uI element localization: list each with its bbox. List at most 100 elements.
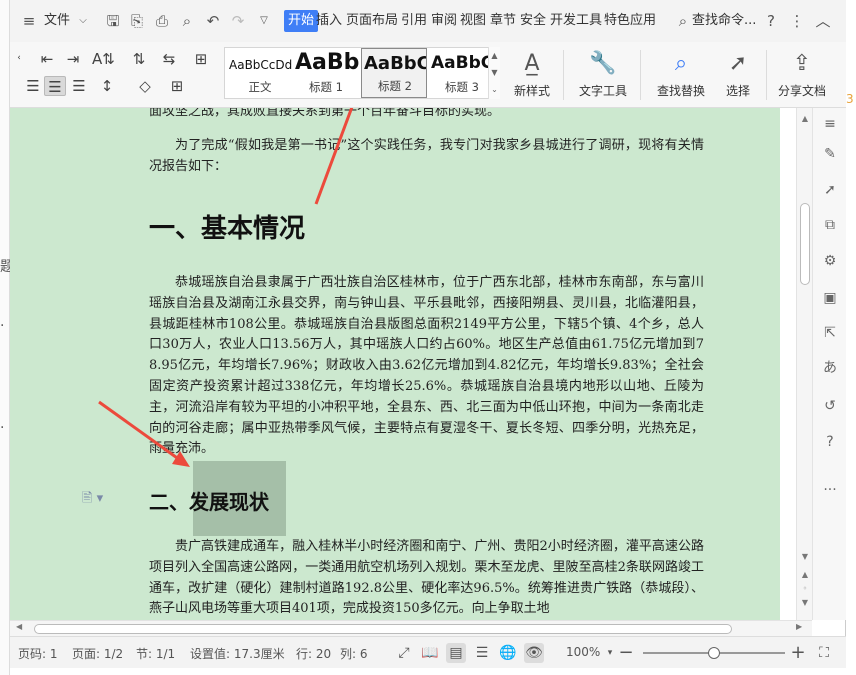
save-icon[interactable]: 🖫: [104, 12, 122, 30]
help-circle-icon[interactable]: ?: [820, 432, 840, 452]
style-heading-1[interactable]: AaBb 标题 1: [293, 48, 359, 98]
increase-indent-icon[interactable]: ⇥: [62, 49, 84, 69]
browse-object-icon[interactable]: ◦: [797, 584, 813, 593]
ribbon-scroll-left-icon[interactable]: ‹: [12, 48, 26, 68]
quick-access-more-icon[interactable]: ▽: [255, 12, 273, 30]
help-icon[interactable]: ?: [762, 12, 780, 30]
line-spacing-icon[interactable]: ↕: [96, 76, 118, 96]
zoom-slider-knob[interactable]: [708, 647, 720, 659]
status-page[interactable]: 页面: 1/2: [72, 645, 123, 662]
shading-icon[interactable]: ◇: [134, 76, 156, 96]
status-bar: 页码: 1 页面: 1/2 节: 1/1 设置值: 17.3厘米 行: 20 列…: [10, 636, 846, 668]
chevron-down-icon[interactable]: ⌵: [74, 12, 92, 30]
status-column[interactable]: 列: 6: [340, 645, 368, 662]
justify-icon[interactable]: ☰: [44, 76, 66, 96]
tab-start[interactable]: 开始: [284, 10, 319, 32]
undo-icon[interactable]: ↶: [204, 12, 222, 30]
select-button[interactable]: ➚ 选择: [716, 48, 760, 102]
status-page-code[interactable]: 页码: 1: [18, 645, 58, 662]
style-gallery-scroll[interactable]: ▲ ▼ ⌄: [488, 47, 500, 99]
more-options-icon[interactable]: ⋮: [788, 12, 806, 30]
adjust-icon[interactable]: ⚙: [820, 251, 840, 271]
decrease-indent-icon[interactable]: ⇤: [36, 49, 58, 69]
ribbon-separator: [563, 50, 564, 100]
tab-review[interactable]: 审阅: [431, 10, 457, 32]
status-setting[interactable]: 设置值: 17.3厘米: [190, 645, 285, 662]
fullscreen-icon[interactable]: ⤢: [394, 643, 414, 663]
show-hide-marks-icon[interactable]: ⇆: [158, 49, 180, 69]
zoom-in-icon[interactable]: +: [788, 643, 808, 663]
scroll-right-icon[interactable]: ▶: [796, 622, 802, 631]
tab-developer-tools[interactable]: 开发工具: [550, 10, 602, 32]
search-icon[interactable]: ⌕: [674, 12, 692, 30]
panel-menu-icon[interactable]: ≡: [820, 114, 840, 134]
previous-page-icon[interactable]: ▲: [797, 570, 813, 579]
web-view-icon[interactable]: 🌐: [498, 643, 518, 663]
ribbon-separator: [766, 50, 767, 100]
pen-icon[interactable]: ✎: [820, 144, 840, 164]
background-glyph: ·: [0, 318, 5, 334]
find-replace-button[interactable]: ⌕ 查找替换: [648, 48, 714, 102]
background-glyph: 3: [846, 92, 854, 106]
style-heading-2[interactable]: AaBbC 标题 2: [361, 48, 427, 98]
vertical-scroll-thumb[interactable]: [800, 203, 810, 285]
print-icon[interactable]: ⎙: [153, 12, 171, 30]
tab-insert[interactable]: 插入: [316, 10, 342, 32]
style-label: 标题 3: [445, 80, 479, 94]
shapes-icon[interactable]: ⧉: [820, 215, 840, 235]
status-row[interactable]: 行: 20: [296, 645, 331, 662]
pointer-icon[interactable]: ➚: [820, 180, 840, 200]
picture-icon[interactable]: ▣: [820, 288, 840, 308]
style-heading-3[interactable]: AaBbC 标题 3: [429, 48, 495, 98]
file-menu[interactable]: 文件: [44, 10, 70, 32]
tab-view[interactable]: 视图: [460, 10, 486, 32]
panel-more-icon[interactable]: ···: [820, 480, 840, 500]
print-preview-icon[interactable]: ⌕: [178, 12, 196, 30]
wrench-icon: 🔧: [589, 51, 617, 76]
next-page-icon[interactable]: ▼: [797, 598, 813, 607]
document-area[interactable]: 面攻坚之战，其成败直接关系到第一个百年奋斗目标的实现。 为了完成“假如我是第一书…: [10, 108, 796, 620]
status-section[interactable]: 节: 1/1: [136, 645, 175, 662]
history-icon[interactable]: ↺: [820, 396, 840, 416]
borders-icon[interactable]: ⊞: [166, 76, 188, 96]
document-page[interactable]: 面攻坚之战，其成败直接关系到第一个百年奋斗目标的实现。 为了完成“假如我是第一书…: [10, 108, 780, 620]
style-sample: AaBbC: [364, 53, 427, 74]
zoom-out-icon[interactable]: −: [616, 643, 636, 663]
vertical-scrollbar[interactable]: ▲ ▼ ▲ ◦ ▼: [796, 108, 812, 620]
sort-icon[interactable]: ⇅: [128, 49, 150, 69]
horizontal-scroll-thumb[interactable]: [34, 624, 732, 634]
fit-window-icon[interactable]: ⛶: [814, 643, 834, 663]
scroll-down-icon[interactable]: ▼: [797, 552, 813, 561]
new-style-button[interactable]: A̲ 新样式: [504, 48, 560, 102]
horizontal-scrollbar[interactable]: ◀ ▶: [10, 620, 812, 636]
text-tools-button[interactable]: 🔧 文字工具: [570, 48, 636, 102]
redo-icon[interactable]: ↷: [229, 12, 247, 30]
tab-page-layout[interactable]: 页面布局: [346, 10, 398, 32]
tab-chapter[interactable]: 章节: [490, 10, 516, 32]
collapse-ribbon-icon[interactable]: ︿: [814, 12, 832, 30]
share-document-button[interactable]: ⇪ 分享文档: [772, 48, 832, 102]
text-tools-label: 文字工具: [578, 84, 627, 98]
hamburger-menu-icon[interactable]: ≡: [20, 12, 38, 30]
style-normal[interactable]: AaBbCcDd 正文: [227, 48, 293, 98]
select-label: 选择: [725, 84, 750, 98]
scroll-left-icon[interactable]: ◀: [16, 622, 22, 631]
reading-mode-icon[interactable]: 📖: [420, 643, 440, 663]
text-direction-icon[interactable]: A⇅: [92, 49, 115, 69]
tab-references[interactable]: 引用: [401, 10, 427, 32]
align-left-icon[interactable]: ☰: [22, 76, 44, 96]
export-icon[interactable]: ⇱: [820, 323, 840, 343]
scroll-up-icon[interactable]: ▲: [797, 114, 813, 123]
table-borders-icon[interactable]: ⊞: [190, 49, 212, 69]
command-search[interactable]: 查找命令...: [692, 10, 756, 32]
tab-special-apps[interactable]: 特色应用: [604, 10, 656, 32]
page-view-icon[interactable]: ▤: [446, 643, 466, 663]
format-painter-icon[interactable]: ⎘: [128, 12, 146, 30]
eye-protection-icon[interactable]: 👁: [524, 643, 544, 663]
zoom-slider[interactable]: [643, 647, 785, 659]
tab-security[interactable]: 安全: [520, 10, 546, 32]
zoom-level[interactable]: 100%: [566, 645, 600, 659]
distributed-align-icon[interactable]: ☰: [68, 76, 90, 96]
translate-icon[interactable]: あ: [820, 358, 840, 378]
outline-view-icon[interactable]: ☰: [472, 643, 492, 663]
